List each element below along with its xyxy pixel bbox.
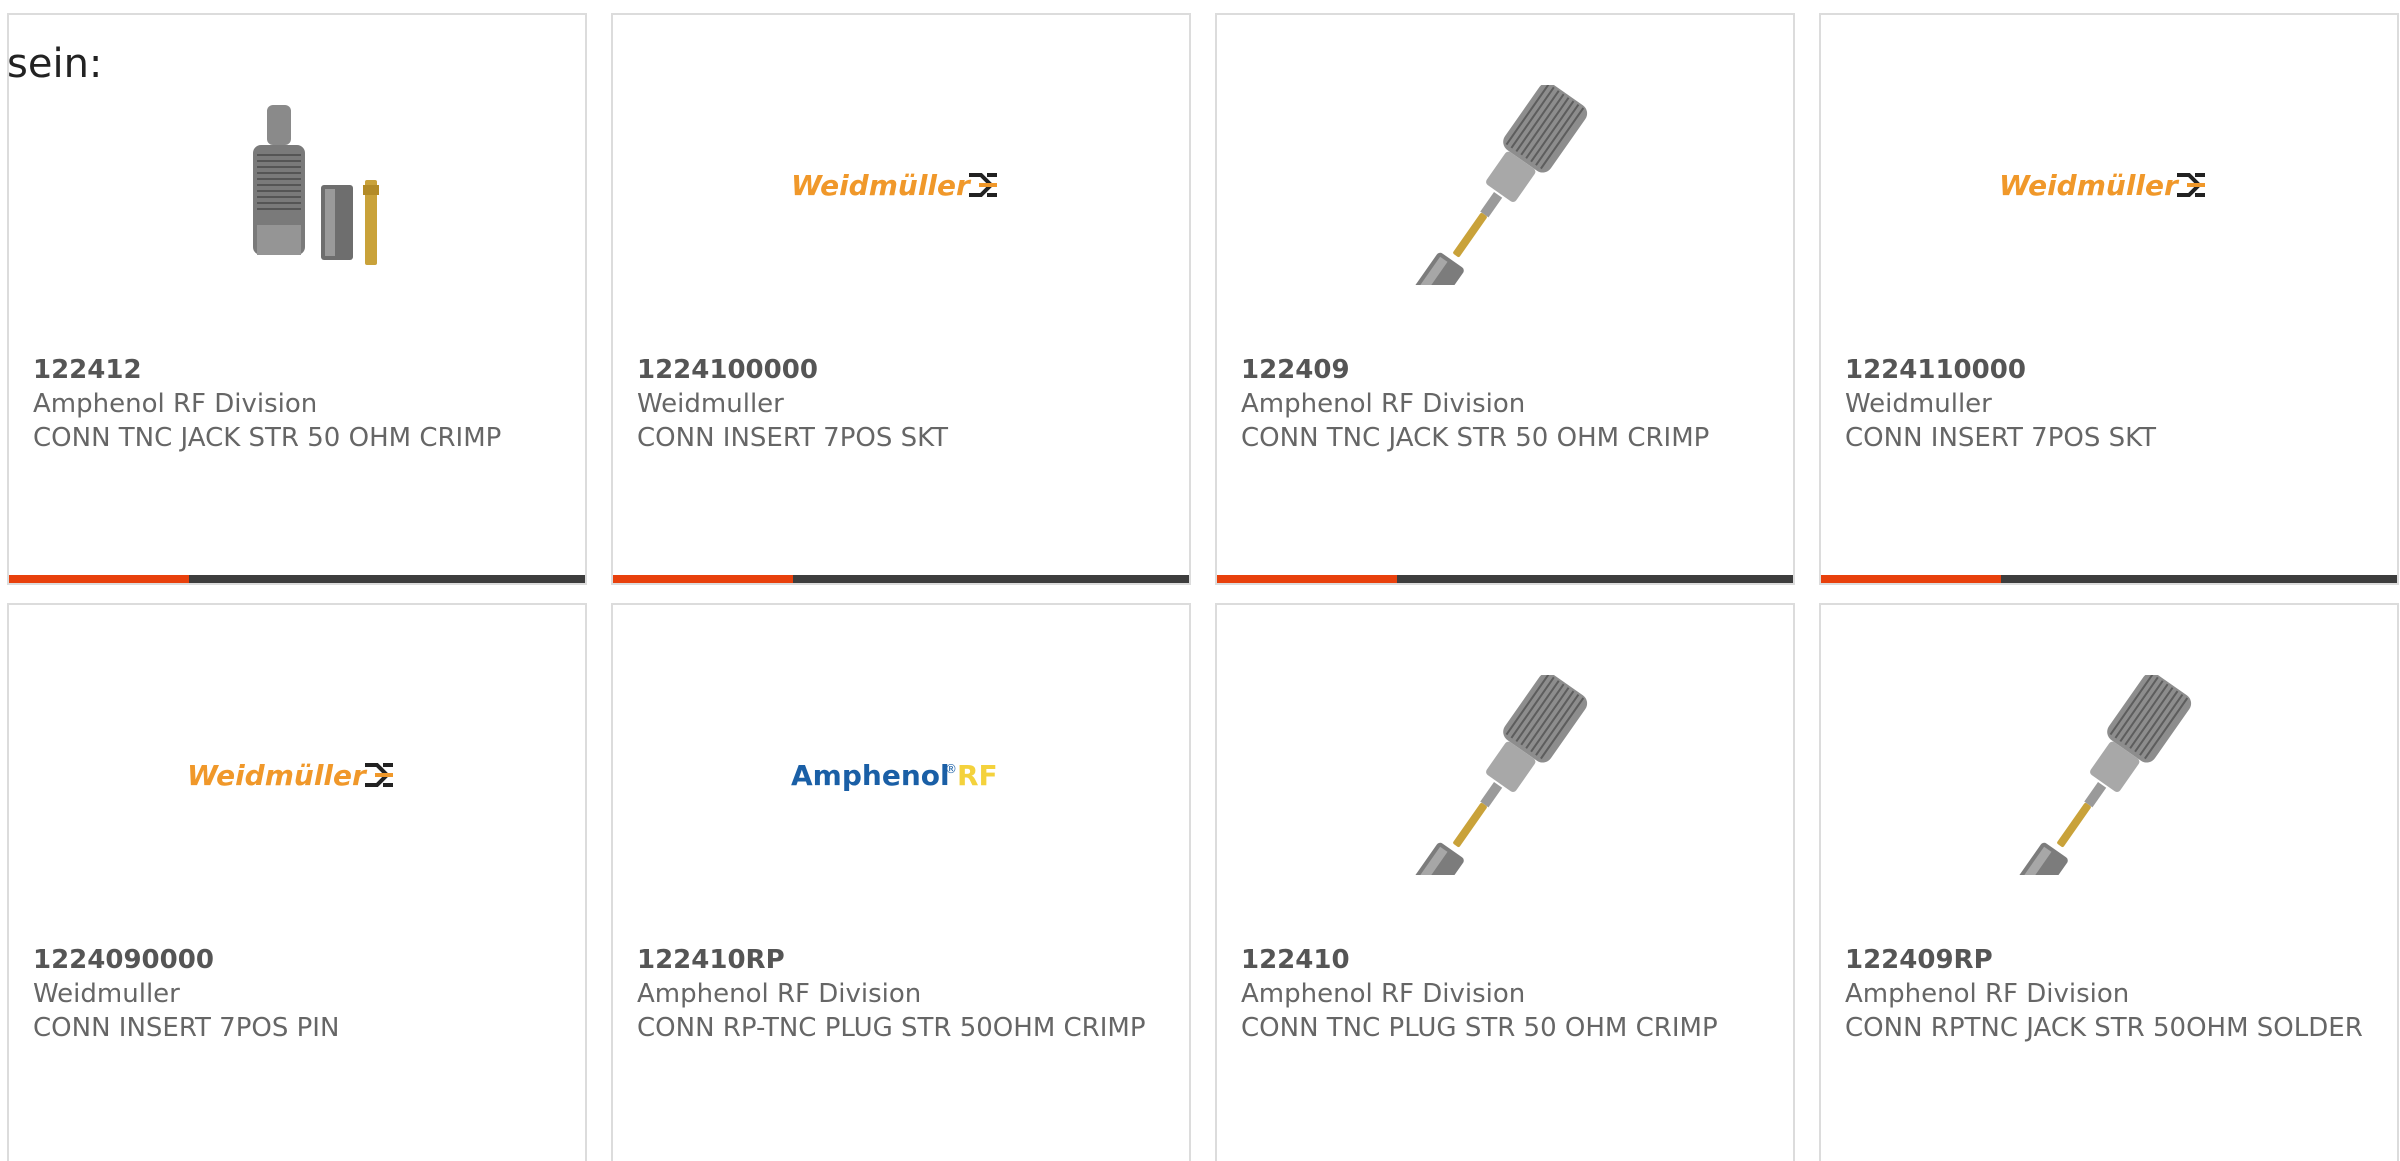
card-bottom-bar <box>9 575 585 583</box>
amphenol-rf-logo-text: RF <box>957 759 998 792</box>
product-info: 122410 Amphenol RF Division CONN TNC PLUG … <box>1241 943 1769 1045</box>
product-description: CONN RPTNC JACK STR 50OHM SOLDER <box>1845 1013 2363 1043</box>
amphenol-rf-logo: Amphenol® RF <box>791 759 998 792</box>
product-card[interactable]: Weidmüller 1224090000 Weidmuller CONN INSER… <box>7 603 587 1161</box>
product-description: CONN INSERT 7POS PIN <box>33 1013 340 1043</box>
product-card[interactable]: 122409 Amphenol RF Division CONN TNC JACK … <box>1215 13 1795 585</box>
manufacturer-name: Weidmuller <box>1845 389 1992 419</box>
product-image[interactable]: Amphenol ® RF <box>613 665 1189 885</box>
svg-text:®: ® <box>945 762 957 776</box>
connector-photo <box>1406 85 1588 285</box>
card-bottom-bar <box>613 575 1189 583</box>
product-info: 1224090000 Weidmuller CONN INSERT 7POS PIN <box>33 943 561 1045</box>
weidmuller-logo: Weidmüller <box>791 169 997 202</box>
part-number-link[interactable]: 122409RP <box>1845 943 2373 977</box>
product-description: CONN RP-TNC PLUG STR 50OHM CRIMP <box>637 1013 1146 1043</box>
weidmuller-logo: Weidmüller <box>1999 169 2205 202</box>
product-image[interactable]: Weidmüller <box>613 75 1189 295</box>
product-image[interactable] <box>1217 665 1793 885</box>
weidmuller-logo-text: Weidmüller <box>791 169 972 202</box>
product-description: CONN TNC PLUG STR 50 OHM CRIMP <box>1241 1013 1718 1043</box>
product-grid: 122412 Amphenol RF Division CONN TNC JACK … <box>7 13 2399 1161</box>
product-description: CONN TNC JACK STR 50 OHM CRIMP <box>33 423 502 453</box>
product-info: 1224100000 Weidmuller CONN INSERT 7POS SKT <box>637 353 1165 455</box>
part-number-link[interactable]: 1224110000 <box>1845 353 2373 387</box>
product-description: CONN TNC JACK STR 50 OHM CRIMP <box>1241 423 1710 453</box>
product-card[interactable]: Amphenol ® RF 122410RP Amphenol RF Division C… <box>611 603 1191 1161</box>
product-card[interactable]: 122410 Amphenol RF Division CONN TNC PLUG … <box>1215 603 1795 1161</box>
manufacturer-name: Amphenol RF Division <box>1845 979 2130 1009</box>
manufacturer-name: Amphenol RF Division <box>33 389 318 419</box>
product-info: 122410RP Amphenol RF Division CONN RP-TNC … <box>637 943 1165 1045</box>
card-accent-bar <box>9 575 189 583</box>
weidmuller-logo: Weidmüller <box>187 759 393 792</box>
product-image[interactable]: Weidmüller <box>9 665 585 885</box>
part-number-link[interactable]: 122410RP <box>637 943 1165 977</box>
manufacturer-name: Weidmuller <box>33 979 180 1009</box>
product-image[interactable] <box>1821 665 2397 885</box>
weidmuller-logo-text: Weidmüller <box>187 759 368 792</box>
part-number-link[interactable]: 1224090000 <box>33 943 561 977</box>
product-card[interactable]: 122412 Amphenol RF Division CONN TNC JACK … <box>7 13 587 585</box>
product-info: 122409RP Amphenol RF Division CONN RPTNC J… <box>1845 943 2373 1045</box>
amphenol-logo-text: Amphenol <box>791 759 950 792</box>
product-info: 122412 Amphenol RF Division CONN TNC JACK … <box>33 353 561 455</box>
connector-photo <box>1406 675 1588 875</box>
product-listing-page: sein: 122412 Amphenol RF Division CONN TNC… <box>0 0 2400 1161</box>
product-info: 1224110000 Weidmuller CONN INSERT 7POS SKT <box>1845 353 2373 455</box>
connector-kit-photo <box>253 105 379 265</box>
product-image[interactable] <box>9 75 585 295</box>
part-number-link[interactable]: 1224100000 <box>637 353 1165 387</box>
card-bottom-bar <box>1821 575 2397 583</box>
card-accent-bar <box>1217 575 1397 583</box>
intro-text: sein: <box>7 41 103 87</box>
part-number-link[interactable]: 122409 <box>1241 353 1769 387</box>
connector-photo <box>2010 675 2192 875</box>
part-number-link[interactable]: 122410 <box>1241 943 1769 977</box>
card-bottom-bar <box>1217 575 1793 583</box>
card-accent-bar <box>613 575 793 583</box>
manufacturer-name: Weidmuller <box>637 389 784 419</box>
manufacturer-name: Amphenol RF Division <box>1241 979 1526 1009</box>
manufacturer-name: Amphenol RF Division <box>637 979 922 1009</box>
product-description: CONN INSERT 7POS SKT <box>637 423 949 453</box>
product-image[interactable] <box>1217 75 1793 295</box>
product-card[interactable]: 122409RP Amphenol RF Division CONN RPTNC J… <box>1819 603 2399 1161</box>
card-accent-bar <box>1821 575 2001 583</box>
weidmuller-logo-text: Weidmüller <box>1999 169 2180 202</box>
part-number-link[interactable]: 122412 <box>33 353 561 387</box>
product-info: 122409 Amphenol RF Division CONN TNC JACK … <box>1241 353 1769 455</box>
product-card[interactable]: Weidmüller 1224100000 Weidmuller CONN INSER… <box>611 13 1191 585</box>
manufacturer-name: Amphenol RF Division <box>1241 389 1526 419</box>
product-card[interactable]: Weidmüller 1224110000 Weidmuller CONN INSER… <box>1819 13 2399 585</box>
product-description: CONN INSERT 7POS SKT <box>1845 423 2157 453</box>
product-image[interactable]: Weidmüller <box>1821 75 2397 295</box>
